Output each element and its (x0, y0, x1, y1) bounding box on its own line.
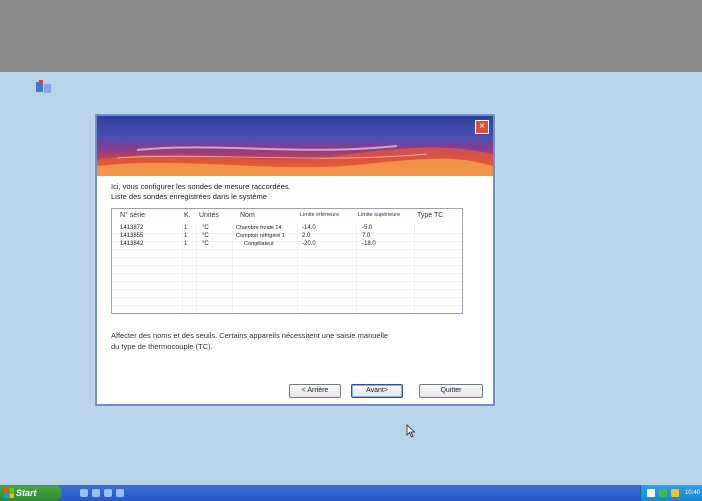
column-upper-limit[interactable]: Limite supérieure (358, 212, 400, 218)
clock: 10:40 (685, 490, 701, 496)
quicklaunch-icon[interactable] (116, 489, 124, 497)
table-row[interactable]: 1413872 1 °C Chambre froide 14 -14.0 -5.… (112, 225, 462, 233)
table-row[interactable]: 1413842 1 °C Congélateur -20.0 -18.0 (112, 241, 462, 249)
taskbar: Start 10:40 (0, 485, 702, 501)
network-icon[interactable] (647, 489, 655, 497)
system-tray: 10:40 (640, 485, 702, 501)
wizard-banner: × (97, 116, 493, 176)
cell-high: -18.0 (362, 241, 376, 247)
instruction-note: Affecter des noms et des seuils. Certain… (111, 330, 461, 352)
probe-list[interactable]: N° série K. Unités Nom Limite inférieure… (111, 208, 463, 314)
cell-serial: 1413872 (120, 225, 144, 231)
cell-k: 1 (184, 241, 188, 247)
top-gray-band (0, 0, 702, 72)
column-units[interactable]: Unités (199, 212, 219, 219)
cell-high: -5.0 (362, 225, 373, 231)
cell-unit: °C (202, 233, 209, 239)
column-serial[interactable]: N° série (120, 212, 145, 219)
note-line-1: Affecter des noms et des seuils. Certain… (111, 331, 389, 340)
cell-k: 1 (184, 225, 188, 231)
back-button[interactable]: < Arrière (289, 384, 341, 398)
cell-k: 1 (184, 233, 188, 239)
cell-unit: °C (202, 225, 209, 231)
tray-app-icon[interactable] (659, 489, 667, 497)
column-tc-type[interactable]: Type TC (417, 212, 443, 219)
close-icon: × (479, 121, 485, 132)
intro-line-2: Liste des sondes enregistrées dans le sy… (111, 191, 267, 201)
quicklaunch-icon[interactable] (92, 489, 100, 497)
windows-logo-icon (4, 488, 14, 498)
cell-unit: °C (202, 241, 209, 247)
close-button[interactable]: × (475, 120, 489, 134)
column-name[interactable]: Nom (240, 212, 255, 219)
cell-name: Comptoir réfrigéré 1 (236, 233, 285, 239)
cell-low: -20.0 (302, 241, 316, 247)
quicklaunch-icon[interactable] (104, 489, 112, 497)
start-button[interactable]: Start (0, 485, 62, 501)
next-button[interactable]: Avant> (351, 384, 403, 398)
column-lower-limit[interactable]: Limite inférieure (300, 212, 339, 218)
list-header: N° série K. Unités Nom Limite inférieure… (112, 209, 462, 223)
column-k[interactable]: K. (184, 212, 191, 219)
cell-high: 7.0 (362, 233, 371, 239)
note-line-2: du type de thermocouple (TC). (111, 342, 213, 351)
volume-icon[interactable] (671, 489, 679, 497)
table-row[interactable]: 1413855 1 °C Comptoir réfrigéré 1 2.0 7.… (112, 233, 462, 241)
quicklaunch-icon[interactable] (80, 489, 88, 497)
cell-name: Chambre froide 14 (236, 225, 282, 231)
cell-serial: 1413842 (120, 241, 144, 247)
quit-button[interactable]: Quitter (419, 384, 483, 398)
cell-serial: 1413855 (120, 233, 144, 239)
mouse-cursor-icon (406, 424, 416, 438)
configuration-wizard-window: × Ici, vous configurer les sondes de mes… (95, 114, 495, 406)
intro-line-1: Ici, vous configurer les sondes de mesur… (111, 182, 291, 191)
desktop-app-icon[interactable] (35, 80, 53, 96)
cell-low: -14.0 (302, 225, 316, 231)
start-label: Start (16, 488, 37, 498)
cell-low: 2.0 (302, 233, 311, 239)
intro-text: Ici, vous configurer les sondes de mesur… (111, 182, 291, 201)
banner-graphic (97, 145, 493, 176)
cell-name: Congélateur (244, 241, 274, 247)
